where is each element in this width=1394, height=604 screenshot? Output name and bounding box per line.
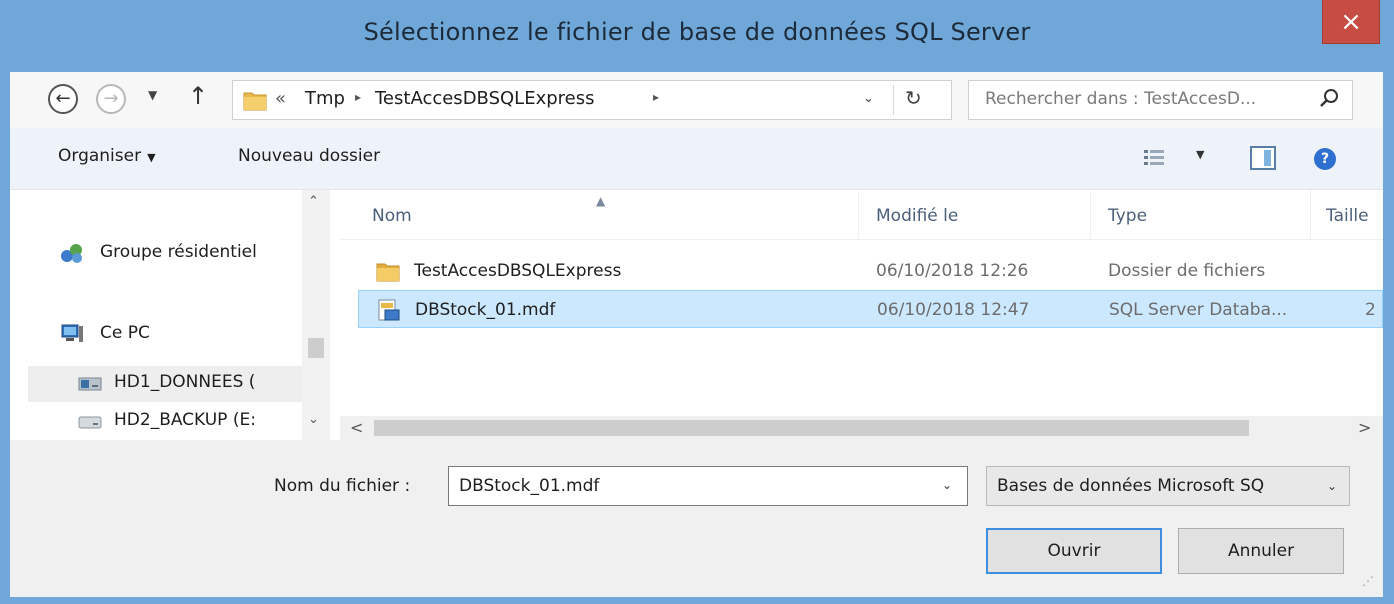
folder-icon [243,92,267,111]
nav-item-hd2-backup[interactable]: HD2_BACKUP (E: [78,404,302,438]
window-title: Sélectionnez le fichier de base de donné… [363,18,1031,46]
database-file-icon [378,299,400,321]
file-type: SQL Server Databa... [1109,300,1288,320]
breadcrumb-overflow[interactable]: « [275,88,286,109]
column-divider[interactable] [858,190,859,240]
nav-item-label: Groupe résidentiel [100,242,257,262]
file-type: Dossier de fichiers [1108,261,1266,281]
file-type-select[interactable]: Bases de données Microsoft SQ ⌄ [986,466,1350,506]
drive-icon [78,377,102,391]
search-input[interactable]: Rechercher dans : TestAccesD... [985,89,1256,109]
filename-label: Nom du fichier : [274,476,411,496]
nav-item-this-pc[interactable]: Ce PC [52,317,302,351]
divider [893,85,894,115]
chevron-down-icon[interactable]: ⌄ [942,478,952,492]
chevron-down-icon: ▼ [147,151,156,164]
breadcrumb-separator[interactable]: ▸ [355,90,361,104]
up-arrow-icon: ↑ [188,82,209,110]
resize-grip-icon[interactable]: ⋰ [1362,574,1374,588]
computer-icon [61,324,83,342]
chevron-down-icon: ▼ [148,88,158,102]
close-button[interactable]: × [1322,0,1380,44]
view-options-icon[interactable] [1144,150,1164,166]
up-button[interactable]: ↑ [188,82,208,110]
dialog-window: Sélectionnez le fichier de base de donné… [0,0,1394,604]
address-bar[interactable]: « Tmp ▸ TestAccesDBSQLExpress ▸ ⌄ ↻ [232,80,952,120]
nav-item-label: HD2_BACKUP (E: [114,410,256,430]
file-size: 2 [1365,300,1376,320]
dialog-footer: Nom du fichier : ⌄ Bases de données Micr… [10,440,1383,597]
cancel-button[interactable]: Annuler [1178,528,1344,574]
file-modified: 06/10/2018 12:26 [876,261,1029,281]
chevron-down-icon: ⌄ [1327,479,1338,493]
title-bar[interactable]: Sélectionnez le fichier de base de donné… [0,0,1394,72]
dialog-client-area: ← → ▼ ↑ « Tmp ▸ TestAccesDBSQLExpress ▸ [10,72,1383,597]
chevron-down-icon[interactable]: ⌄ [863,91,874,106]
nav-item-homegroup[interactable]: Groupe résidentiel [52,236,302,270]
file-modified: 06/10/2018 12:47 [877,300,1030,320]
organize-label: Organiser [58,146,142,166]
toolbar: Organiser ▼ Nouveau dossier ▼ ? [10,128,1383,190]
file-name: TestAccesDBSQLExpress [414,261,622,281]
navigation-pane: Groupe résidentiel Ce PC HD1_DONNEES (H… [10,190,340,440]
column-divider[interactable] [1090,190,1091,240]
scroll-right-icon[interactable]: > [1358,418,1371,437]
back-button[interactable]: ← [48,84,78,114]
search-icon[interactable] [1318,87,1340,109]
refresh-icon[interactable]: ↻ [905,86,922,110]
column-divider[interactable] [1310,190,1311,240]
sort-ascending-icon: ▲ [596,194,606,208]
scroll-up-icon[interactable]: ⌃ [308,194,319,209]
file-list-header: Nom ▲ Modifié le Type Taille [340,190,1383,240]
recent-locations-dropdown[interactable]: ▼ [148,88,157,102]
help-icon[interactable]: ? [1314,148,1336,170]
nav-pane-scrollbar[interactable] [302,190,330,440]
navigation-row: ← → ▼ ↑ « Tmp ▸ TestAccesDBSQLExpress ▸ [10,72,1383,128]
homegroup-icon [61,244,82,263]
new-folder-button[interactable]: Nouveau dossier [238,146,380,166]
filename-input[interactable] [448,466,968,506]
nav-item-label: HD1_DONNEES ( [114,372,256,392]
nav-scroll-thumb[interactable] [308,338,324,358]
table-row[interactable]: TestAccesDBSQLExpress 06/10/2018 12:26 D… [358,252,1383,290]
preview-pane-icon[interactable] [1250,146,1276,170]
breadcrumb-separator[interactable]: ▸ [653,90,659,104]
close-icon: × [1340,7,1362,37]
scroll-down-icon[interactable]: ⌄ [308,412,319,427]
breadcrumb-item-tmp[interactable]: Tmp [305,88,345,109]
scroll-left-icon[interactable]: < [350,418,363,437]
chevron-down-icon[interactable]: ▼ [1196,148,1204,161]
back-arrow-icon: ← [55,88,71,109]
file-name: DBStock_01.mdf [415,300,556,320]
open-button[interactable]: Ouvrir [986,528,1162,574]
breadcrumb-item-testacces[interactable]: TestAccesDBSQLExpress [375,88,595,109]
forward-button[interactable]: → [96,84,126,114]
forward-arrow-icon: → [103,88,119,109]
nav-item-hd1-donnees[interactable]: HD1_DONNEES ( [28,366,304,402]
file-type-value: Bases de données Microsoft SQ [997,476,1265,496]
drive-icon [78,416,102,429]
horizontal-scroll-thumb[interactable] [374,420,1249,436]
column-header-size[interactable]: Taille [1326,206,1383,226]
folder-icon [376,263,400,282]
column-header-type[interactable]: Type [1108,206,1147,226]
column-header-name[interactable]: Nom [372,206,412,226]
file-list: Nom ▲ Modifié le Type Taille TestAccesDB… [340,190,1383,440]
search-box[interactable]: Rechercher dans : TestAccesD... [968,80,1353,120]
column-header-modified[interactable]: Modifié le [876,206,958,226]
file-list-horizontal-scrollbar[interactable]: < > [340,416,1383,440]
nav-item-label: Ce PC [100,323,150,343]
organize-button[interactable]: Organiser ▼ [58,146,156,166]
table-row[interactable]: DBStock_01.mdf 06/10/2018 12:47 SQL Serv… [358,290,1383,328]
